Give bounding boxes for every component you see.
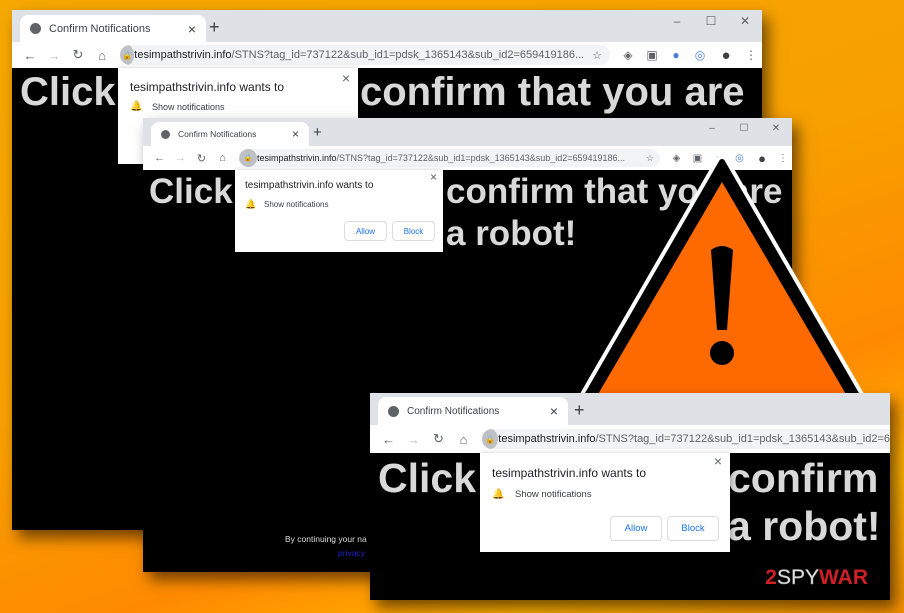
tab-title: Confirm Notifications (178, 129, 257, 139)
popup-title: tesimpathstrivin.info wants to (492, 466, 647, 480)
headline-text: Click (149, 172, 233, 211)
notification-permission-popup: × tesimpathstrivin.info wants to 🔔 Show … (235, 170, 443, 252)
permission-label: Show notifications (264, 200, 329, 209)
warning-triangle-icon (575, 155, 870, 413)
forward-icon[interactable]: → (42, 48, 66, 63)
close-window-button[interactable]: ✕ (760, 118, 792, 146)
allow-button[interactable]: Allow (610, 516, 662, 541)
permission-row: 🔔 Show notifications (245, 199, 328, 210)
tab-title: Confirm Notifications (407, 405, 500, 417)
footer-text: By continuing your na (285, 534, 367, 544)
tab-confirm-notifications[interactable]: Confirm Notifications × (20, 15, 206, 42)
reload-icon[interactable]: ↻ (426, 431, 451, 447)
address-bar[interactable]: 🔒 tesimpathstrivin.info/STNS?tag_id=7371… (120, 45, 610, 65)
home-icon[interactable]: ⌂ (212, 152, 233, 164)
window-controls: – ☐ ✕ (696, 118, 792, 146)
tab-bar: Confirm Notifications × + – ☐ ✕ (12, 10, 762, 42)
tab-title: Confirm Notifications (49, 22, 151, 35)
headline-text: Click (20, 70, 116, 114)
logo-part: WAR (819, 566, 868, 589)
extensions: ◈ ▣ ● ◎ ● ⋮ (616, 47, 762, 64)
privacy-link[interactable]: privacy (338, 548, 365, 558)
lock-icon[interactable]: 🔒 (120, 45, 135, 65)
popup-close-icon[interactable]: × (430, 170, 437, 184)
headline-text: a robot! (446, 214, 577, 253)
headline-text: a robot! (728, 503, 881, 549)
permission-label: Show notifications (515, 489, 592, 500)
forward-icon[interactable]: → (401, 432, 426, 447)
globe-icon (388, 405, 399, 417)
url-host: tesimpathstrivin.info (134, 49, 232, 61)
minimize-button[interactable]: – (660, 10, 694, 42)
maximize-button[interactable]: ☐ (694, 10, 728, 42)
toolbar: ← → ↻ ⌂ 🔒 tesimpathstrivin.info/STNS?tag… (12, 42, 762, 68)
lock-icon[interactable]: 🔒 (239, 149, 257, 167)
minimize-button[interactable]: – (696, 118, 728, 146)
headline-text: confirm (728, 455, 879, 501)
home-icon[interactable]: ⌂ (451, 432, 476, 447)
allow-button[interactable]: Allow (344, 221, 387, 241)
block-button[interactable]: Block (667, 516, 719, 541)
notification-permission-popup: × tesimpathstrivin.info wants to 🔔 Show … (480, 453, 730, 552)
globe-icon (161, 129, 170, 139)
tab-confirm-notifications[interactable]: Confirm Notifications × (378, 397, 568, 425)
2spyware-watermark-logo: 2SPYWAR (765, 566, 868, 590)
tab-close-icon[interactable]: × (292, 127, 299, 141)
popup-close-icon[interactable]: × (714, 453, 722, 469)
close-window-button[interactable]: ✕ (728, 10, 762, 42)
tab-close-icon[interactable]: × (550, 403, 558, 419)
browser-window-front: Confirm Notifications × + ← → ↻ ⌂ 🔒 tesi… (370, 393, 890, 600)
new-tab-button[interactable]: + (209, 17, 220, 38)
back-icon[interactable]: ← (18, 48, 42, 63)
permission-label: Show notifications (152, 101, 225, 112)
maximize-button[interactable]: ☐ (728, 118, 760, 146)
url-host: tesimpathstrivin.info (257, 153, 337, 163)
reload-icon[interactable]: ↻ (66, 47, 90, 63)
logo-part: 2 (765, 566, 777, 589)
url-path: /STNS?tag_id=737122&sub_id1=pdsk_1365143… (231, 49, 585, 61)
new-tab-button[interactable]: + (574, 400, 585, 421)
home-icon[interactable]: ⌂ (90, 48, 114, 63)
address-bar[interactable]: 🔒 tesimpathstrivin.info/STNS?tag_id=7371… (482, 429, 890, 449)
popup-close-icon[interactable]: × (342, 70, 350, 86)
tab-bar: Confirm Notifications × + – ☐ ✕ (143, 118, 792, 146)
exclamation-dot (710, 341, 734, 365)
bell-icon: 🔔 (492, 489, 505, 500)
extension-icon-3[interactable]: ● (664, 48, 688, 62)
permission-row: 🔔 Show notifications (492, 489, 592, 500)
popup-title: tesimpathstrivin.info wants to (130, 80, 285, 94)
menu-icon[interactable]: ⋮ (740, 48, 762, 62)
bookmark-star-icon[interactable]: ☆ (584, 49, 610, 62)
tab-close-icon[interactable]: × (188, 21, 196, 37)
extension-icon-2[interactable]: ▣ (640, 48, 664, 62)
bell-icon: 🔔 (245, 199, 257, 209)
forward-icon[interactable]: → (170, 152, 191, 164)
extension-icon-1[interactable]: ◈ (616, 48, 640, 62)
globe-icon (30, 23, 41, 34)
lock-icon[interactable]: 🔒 (482, 429, 499, 449)
back-icon[interactable]: ← (149, 152, 170, 164)
headline-text: confirm that you are (360, 70, 745, 114)
toolbar: ← → ↻ ⌂ 🔒 tesimpathstrivin.info/STNS?tag… (370, 425, 890, 453)
logo-part: SPY (776, 566, 820, 590)
url-path: /STNS?tag_id=737122&sub_id1=pdsk_1365143… (595, 433, 891, 445)
popup-title: tesimpathstrivin.info wants to (245, 180, 374, 191)
tab-confirm-notifications[interactable]: Confirm Notifications × (151, 122, 309, 146)
reload-icon[interactable]: ↻ (191, 152, 212, 165)
profile-icon[interactable]: ● (712, 47, 740, 64)
back-icon[interactable]: ← (376, 432, 401, 447)
permission-row: 🔔 Show notifications (130, 101, 225, 112)
url-host: tesimpathstrivin.info (498, 433, 596, 445)
tab-bar: Confirm Notifications × + (370, 393, 890, 425)
extension-icon-4[interactable]: ◎ (688, 48, 712, 62)
window-controls: – ☐ ✕ (660, 10, 762, 42)
bell-icon: 🔔 (130, 101, 143, 112)
headline-text: Click (378, 455, 476, 501)
block-button[interactable]: Block (392, 221, 435, 241)
new-tab-button[interactable]: + (313, 124, 322, 141)
